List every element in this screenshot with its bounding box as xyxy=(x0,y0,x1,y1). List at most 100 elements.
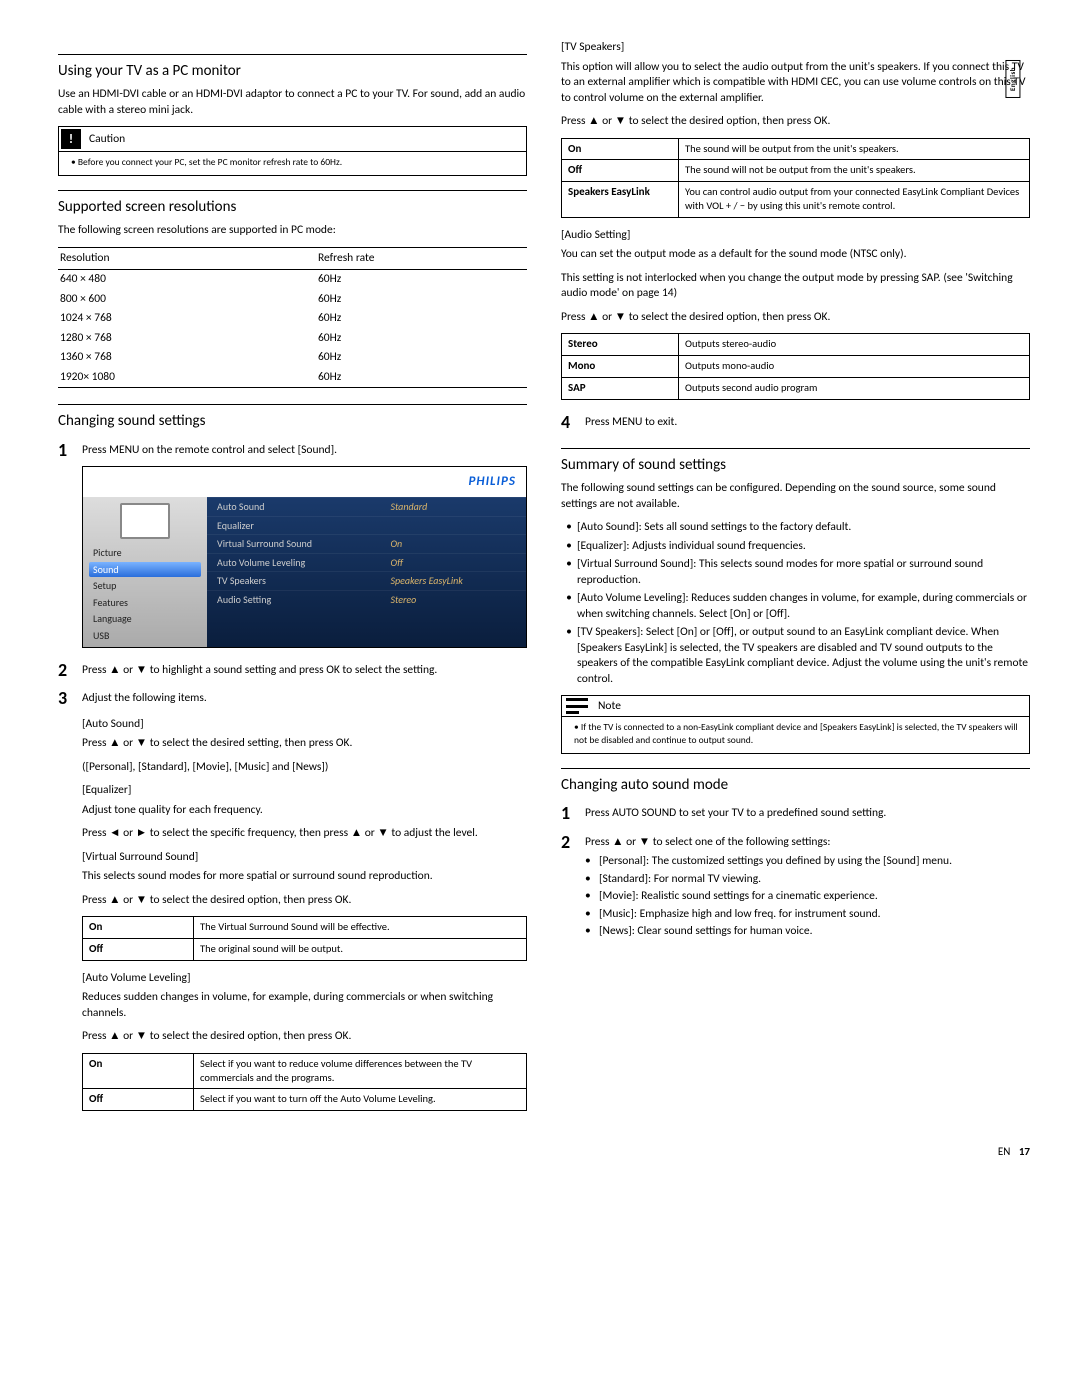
rate-cell: 60Hz xyxy=(316,309,527,329)
option-key: Off xyxy=(562,160,679,182)
rate-cell: 60Hz xyxy=(316,368,527,388)
step-1-text: Press MENU on the remote control and sel… xyxy=(82,438,527,462)
osd-value xyxy=(390,519,516,533)
res-cell: 1920× 1080 xyxy=(58,368,316,388)
osd-setting-row: TV SpeakersSpeakers EasyLink xyxy=(207,571,526,590)
option-desc: The Virtual Surround Sound will be effec… xyxy=(194,917,527,939)
table-row: StereoOutputs stereo-audio xyxy=(562,334,1030,356)
step-4-text: Press MENU to exit. xyxy=(585,410,1030,434)
vss-p2: Press ▲ or ▼ to select the desired optio… xyxy=(82,893,527,909)
cas-step-2-num: 2 xyxy=(561,830,577,942)
vss-table: OnThe Virtual Surround Sound will be eff… xyxy=(82,916,527,961)
option-key: SAP xyxy=(562,377,679,399)
osd-label: Virtual Surround Sound xyxy=(217,537,390,551)
osd-setting-row: Audio SettingStereo xyxy=(207,590,526,609)
osd-value: Stereo xyxy=(390,593,516,607)
osd-label: Auto Sound xyxy=(217,500,390,514)
option-key: On xyxy=(83,1054,194,1089)
philips-logo: PHILIPS xyxy=(468,473,516,491)
resolution-table: Resolution Refresh rate 640 × 48060Hz800… xyxy=(58,247,527,389)
page-footer: EN 17 xyxy=(58,1145,1030,1160)
res-th-resolution: Resolution xyxy=(58,247,316,270)
res-th-refresh: Refresh rate xyxy=(316,247,527,270)
osd-setting-row: Auto Volume LevelingOff xyxy=(207,553,526,572)
rate-cell: 60Hz xyxy=(316,270,527,290)
osd-setting-row: Virtual Surround SoundOn xyxy=(207,534,526,553)
footer-page: 17 xyxy=(1019,1145,1030,1158)
res-cell: 1360 × 768 xyxy=(58,348,316,368)
option-desc: Outputs mono-audio xyxy=(679,356,1030,378)
step-2-text: Press ▲ or ▼ to highlight a sound settin… xyxy=(82,658,527,682)
caution-icon: ! xyxy=(61,129,81,149)
option-desc: The original sound will be output. xyxy=(194,939,527,961)
table-row: OnThe Virtual Surround Sound will be eff… xyxy=(83,917,527,939)
table-row: OffThe original sound will be output. xyxy=(83,939,527,961)
heading-resolutions: Supported screen resolutions xyxy=(58,190,527,217)
option-desc: Outputs second audio program xyxy=(679,377,1030,399)
osd-menu-item: Features xyxy=(89,595,201,611)
caution-callout: ! Caution Before you connect your PC, se… xyxy=(58,126,527,176)
osd-menu-item: Sound xyxy=(89,562,201,578)
step-num-3: 3 xyxy=(58,686,74,710)
audiosetting-p2: This setting is not interlocked when you… xyxy=(561,271,1030,302)
table-row: OnSelect if you want to reduce volume di… xyxy=(83,1054,527,1089)
osd-label: Equalizer xyxy=(217,519,390,533)
tvspeakers-heading: [TV Speakers] xyxy=(561,40,1030,56)
summary-item: [Virtual Surround Sound]: This selects s… xyxy=(561,557,1030,588)
vss-heading: [Virtual Surround Sound] xyxy=(82,850,527,866)
res-cell: 1280 × 768 xyxy=(58,329,316,349)
option-desc: The sound will be output from the unit's… xyxy=(679,138,1030,160)
table-row: 1280 × 76860Hz xyxy=(58,329,527,349)
table-row: Speakers EasyLinkYou can control audio o… xyxy=(562,182,1030,217)
osd-menu-item: Setup xyxy=(89,578,201,594)
audiosetting-heading: [Audio Setting] xyxy=(561,228,1030,244)
step-num-2: 2 xyxy=(58,658,74,682)
equalizer-p1: Adjust tone quality for each frequency. xyxy=(82,803,527,819)
autosound-p1: Press ▲ or ▼ to select the desired setti… xyxy=(82,736,527,752)
option-key: Stereo xyxy=(562,334,679,356)
heading-auto-sound: Changing auto sound mode xyxy=(561,768,1030,795)
option-key: On xyxy=(562,138,679,160)
rate-cell: 60Hz xyxy=(316,329,527,349)
option-key: Off xyxy=(83,939,194,961)
cas-item: [News]: Clear sound settings for human v… xyxy=(585,924,1030,940)
option-desc: You can control audio output from your c… xyxy=(679,182,1030,217)
audiosetting-p3: Press ▲ or ▼ to select the desired optio… xyxy=(561,310,1030,326)
step-3-text: Adjust the following items. xyxy=(82,686,527,710)
heading-summary: Summary of sound settings xyxy=(561,448,1030,475)
table-row: OffSelect if you want to turn off the Au… xyxy=(83,1089,527,1111)
pc-monitor-desc: Use an HDMI-DVI cable or an HDMI-DVI ada… xyxy=(58,87,527,118)
summary-item: [Auto Sound]: Sets all sound settings to… xyxy=(561,520,1030,536)
summary-item: [TV Speakers]: Select [On] or [Off], or … xyxy=(561,625,1030,687)
osd-value: Speakers EasyLink xyxy=(390,574,516,588)
osd-screenshot: PHILIPS PictureSoundSetupFeaturesLanguag… xyxy=(82,466,527,648)
cas-step-1-num: 1 xyxy=(561,801,577,825)
tvspeakers-table: OnThe sound will be output from the unit… xyxy=(561,138,1030,218)
step-num-4: 4 xyxy=(561,410,577,434)
cas-item: [Personal]: The customized settings you … xyxy=(585,854,1030,870)
autosound-p2: ([Personal], [Standard], [Movie], [Music… xyxy=(82,760,527,776)
cas-step-2-text: Press ▲ or ▼ to select one of the follow… xyxy=(585,830,1030,942)
option-desc: Outputs stereo-audio xyxy=(679,334,1030,356)
right-column: [TV Speakers] This option will allow you… xyxy=(561,40,1030,1121)
language-tab: English xyxy=(1005,60,1020,98)
cas-step-1-text: Press AUTO SOUND to set your TV to a pre… xyxy=(585,801,1030,825)
table-row: 1920× 108060Hz xyxy=(58,368,527,388)
note-body: If the TV is connected to a non-EasyLink… xyxy=(574,721,1018,746)
table-row: 1360 × 76860Hz xyxy=(58,348,527,368)
option-desc: Select if you want to turn off the Auto … xyxy=(194,1089,527,1111)
option-key: Off xyxy=(83,1089,194,1111)
summary-list: [Auto Sound]: Sets all sound settings to… xyxy=(561,520,1030,687)
summary-intro: The following sound settings can be conf… xyxy=(561,481,1030,512)
res-cell: 640 × 480 xyxy=(58,270,316,290)
footer-region: EN xyxy=(998,1145,1010,1158)
vss-p1: This selects sound modes for more spatia… xyxy=(82,869,527,885)
audiosetting-table: StereoOutputs stereo-audioMonoOutputs mo… xyxy=(561,333,1030,400)
tvspeakers-p1: This option will allow you to select the… xyxy=(561,60,1030,107)
option-desc: The sound will not be output from the un… xyxy=(679,160,1030,182)
resolutions-intro: The following screen resolutions are sup… xyxy=(58,223,527,239)
table-row: 640 × 48060Hz xyxy=(58,270,527,290)
left-column: Using your TV as a PC monitor Use an HDM… xyxy=(58,40,527,1121)
note-callout: Note If the TV is connected to a non-Eas… xyxy=(561,695,1030,754)
table-row: MonoOutputs mono-audio xyxy=(562,356,1030,378)
